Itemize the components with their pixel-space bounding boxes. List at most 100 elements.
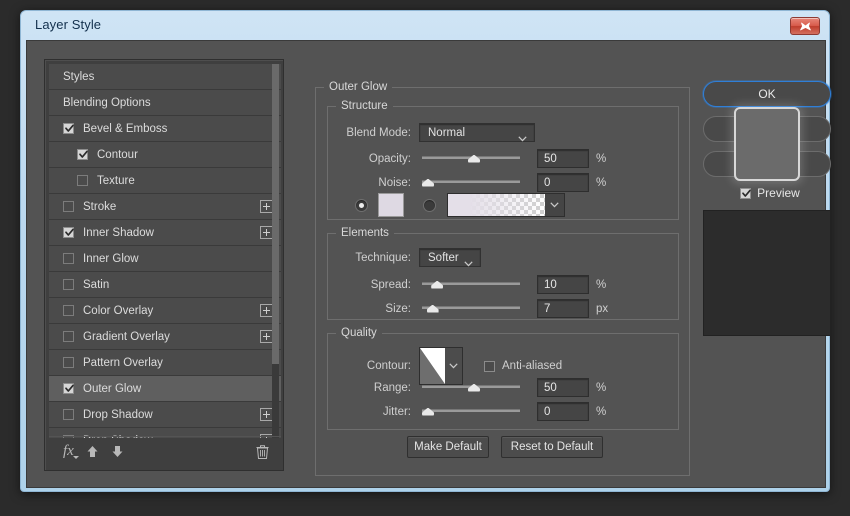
arrow-down-icon[interactable] xyxy=(111,445,124,458)
close-button[interactable] xyxy=(790,17,820,35)
preview-label: Preview xyxy=(757,186,800,200)
opacity-row: Opacity: 50 % xyxy=(327,149,679,168)
chevron-down-icon[interactable] xyxy=(545,194,564,216)
fx-icon[interactable]: fx xyxy=(63,443,74,460)
style-item-label: Satin xyxy=(83,279,109,291)
blend-mode-row: Blend Mode: Normal xyxy=(327,123,679,142)
style-list-item[interactable]: Pattern Overlay xyxy=(49,350,281,376)
style-list-item[interactable]: Inner Glow xyxy=(49,246,281,272)
scrollbar-thumb[interactable] xyxy=(272,64,279,364)
glow-color-radio[interactable] xyxy=(355,199,368,212)
reset-to-default-button[interactable]: Reset to Default xyxy=(501,436,603,458)
spread-input[interactable]: 10 xyxy=(537,275,589,294)
opacity-slider[interactable] xyxy=(422,150,520,168)
style-item-checkbox[interactable] xyxy=(63,357,74,368)
chevron-down-icon xyxy=(518,129,527,147)
style-list-item[interactable]: Contour xyxy=(49,142,281,168)
style-item-checkbox[interactable] xyxy=(63,123,74,134)
glow-color-swatch[interactable] xyxy=(378,193,404,217)
gradient-swatch xyxy=(448,194,545,216)
style-item-checkbox[interactable] xyxy=(63,279,74,290)
check-icon xyxy=(64,227,75,238)
technique-select[interactable]: Softer xyxy=(419,248,481,267)
preview-checkbox[interactable] xyxy=(740,188,751,199)
jitter-slider[interactable] xyxy=(422,403,520,421)
range-input[interactable]: 50 xyxy=(537,378,589,397)
styles-list[interactable]: Styles Blending Options Bevel & Emboss Cont… xyxy=(49,64,281,438)
style-item-checkbox[interactable] xyxy=(63,201,74,212)
check-icon xyxy=(78,149,89,160)
style-list-item[interactable]: Gradient Overlay xyxy=(49,324,281,350)
style-list-item[interactable]: Stroke xyxy=(49,194,281,220)
noise-row: Noise: 0 % xyxy=(327,173,679,192)
style-list-item[interactable]: Drop Shadow xyxy=(49,402,281,428)
dialog-body: Styles Blending Options Bevel & Emboss Cont… xyxy=(26,40,826,488)
style-item-checkbox[interactable] xyxy=(77,149,88,160)
layer-style-dialog: Layer Style Styles Blending Options Bevel … xyxy=(20,10,830,492)
spread-slider[interactable] xyxy=(422,276,520,294)
style-list-item[interactable]: Satin xyxy=(49,272,281,298)
style-item-label: Stroke xyxy=(83,201,116,213)
styles-panel: Styles Blending Options Bevel & Emboss Cont… xyxy=(44,59,284,471)
style-item-checkbox[interactable] xyxy=(77,175,88,186)
preview-shape xyxy=(734,107,800,181)
check-icon xyxy=(741,188,752,199)
styles-scrollbar[interactable] xyxy=(272,64,279,438)
size-label: Size: xyxy=(327,303,411,315)
style-item-checkbox[interactable] xyxy=(63,383,74,394)
style-item-label: Drop Shadow xyxy=(83,409,153,421)
spread-unit: % xyxy=(596,279,606,291)
glow-fill-row xyxy=(355,193,565,217)
style-item-label: Contour xyxy=(97,149,138,161)
style-item-checkbox[interactable] xyxy=(63,305,74,316)
trash-icon[interactable] xyxy=(256,445,269,459)
spread-label: Spread: xyxy=(327,279,411,291)
style-item-label: Inner Glow xyxy=(83,253,139,265)
size-input[interactable]: 7 xyxy=(537,299,589,318)
jitter-input[interactable]: 0 xyxy=(537,402,589,421)
style-list-item[interactable]: Styles xyxy=(49,64,281,90)
size-slider[interactable] xyxy=(422,300,520,318)
style-item-label: Inner Shadow xyxy=(83,227,154,239)
noise-input[interactable]: 0 xyxy=(537,173,589,192)
blend-mode-value: Normal xyxy=(420,127,465,139)
chevron-down-icon xyxy=(464,254,473,272)
blend-mode-select[interactable]: Normal xyxy=(419,123,535,142)
arrow-up-icon[interactable] xyxy=(86,445,99,458)
noise-label: Noise: xyxy=(327,177,411,189)
noise-slider[interactable] xyxy=(422,174,520,192)
style-list-item[interactable]: Blending Options xyxy=(49,90,281,116)
style-list-item[interactable]: Color Overlay xyxy=(49,298,281,324)
opacity-unit: % xyxy=(596,153,606,165)
dialog-title: Layer Style xyxy=(35,17,101,32)
style-item-checkbox[interactable] xyxy=(63,253,74,264)
quality-legend: Quality xyxy=(336,327,382,339)
style-item-checkbox[interactable] xyxy=(63,227,74,238)
range-slider[interactable] xyxy=(422,379,520,397)
style-list-item[interactable]: Bevel & Emboss xyxy=(49,116,281,142)
anti-aliased-checkbox[interactable] xyxy=(484,361,495,372)
style-item-label: Blending Options xyxy=(63,97,151,109)
settings-panel: Outer Glow Structure Blend Mode: Normal … xyxy=(315,81,690,516)
opacity-input[interactable]: 50 xyxy=(537,149,589,168)
actions-panel: OK Cancel New Style... Preview xyxy=(703,81,837,511)
style-list-item[interactable]: Inner Shadow xyxy=(49,220,281,246)
style-item-checkbox[interactable] xyxy=(63,409,74,420)
ok-button[interactable]: OK xyxy=(703,81,831,107)
glow-gradient-radio[interactable] xyxy=(423,199,436,212)
outer-glow-legend: Outer Glow xyxy=(324,81,392,93)
make-default-button[interactable]: Make Default xyxy=(407,436,489,458)
style-item-label: Bevel & Emboss xyxy=(83,123,167,135)
technique-value: Softer xyxy=(420,252,459,264)
style-item-checkbox[interactable] xyxy=(63,331,74,342)
spread-row: Spread: 10 % xyxy=(327,275,606,294)
style-item-label: Styles xyxy=(63,71,94,83)
glow-gradient-picker[interactable] xyxy=(447,193,565,217)
technique-row: Technique: Softer xyxy=(327,248,481,267)
style-list-item[interactable]: Outer Glow xyxy=(49,376,281,402)
slider-track xyxy=(422,409,520,412)
dialog-titlebar[interactable]: Layer Style xyxy=(21,11,829,41)
style-list-item[interactable]: Texture xyxy=(49,168,281,194)
blend-mode-label: Blend Mode: xyxy=(327,127,411,139)
style-item-label: Pattern Overlay xyxy=(83,357,163,369)
